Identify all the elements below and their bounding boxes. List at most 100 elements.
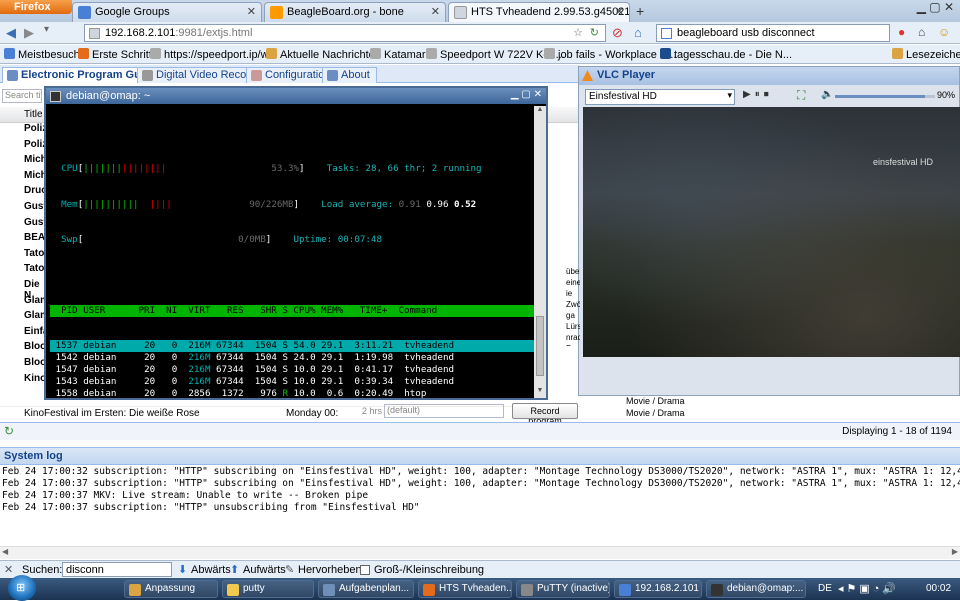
bookmark-star-icon[interactable]: ☆ <box>573 26 583 39</box>
table-row[interactable]: Druc <box>24 185 47 201</box>
table-row[interactable]: Einfa <box>24 326 48 342</box>
record-program-button[interactable]: Record program <box>512 403 578 426</box>
clock[interactable]: 00:02 <box>926 583 951 594</box>
terminal-window-controls[interactable]: ▁ ▢ ✕ <box>511 89 542 100</box>
table-row[interactable]: Bloo <box>24 357 46 373</box>
taskbar-item[interactable]: 192.168.2.101 -... <box>614 580 702 598</box>
log-horizontal-scrollbar[interactable]: ◀ ▶ <box>0 546 960 559</box>
process-time: 0:41.17 <box>343 363 394 375</box>
search-input[interactable]: beagleboard usb disconnect <box>656 24 890 42</box>
process-row[interactable]: 1537 debian 20 0 216M 67344 1504 S 54.0 … <box>50 340 534 353</box>
close-tab-icon[interactable]: ✕ <box>247 5 256 18</box>
column-header-title[interactable]: Title <box>24 109 43 120</box>
bookmark-item[interactable]: Aktuelle Nachrichten <box>266 48 381 61</box>
table-row[interactable]: Tato <box>24 263 46 279</box>
table-row[interactable]: Mich <box>24 154 47 170</box>
taskbar-item[interactable]: PuTTY (inactive) <box>516 580 610 598</box>
stop-button[interactable]: ⊘ <box>612 25 623 41</box>
table-row[interactable]: Kino <box>24 373 46 389</box>
process-cpu: 10.0 <box>288 375 316 387</box>
htop-screen[interactable]: CPU[||||||||||||||| 53.3%] Tasks: 28, 66… <box>50 106 534 398</box>
home-button[interactable]: ⌂ <box>634 25 642 40</box>
tab-about[interactable]: About <box>322 67 377 83</box>
process-row[interactable]: 1547 debian 20 0 216M 67344 1504 S 10.0 … <box>50 364 534 376</box>
table-row[interactable]: Gust <box>24 201 47 217</box>
table-row[interactable]: BEAT <box>24 232 50 248</box>
bookmark-item[interactable]: tagesschau.de - Die N... <box>660 48 792 61</box>
taskbar-item[interactable]: Anpassung <box>124 580 218 598</box>
table-row[interactable]: Bloo <box>24 341 46 357</box>
channel-select[interactable]: Einsfestival HD ▾ <box>585 89 735 105</box>
volume-icon[interactable]: 🔈 <box>821 89 833 100</box>
back-button[interactable]: ◀ <box>6 25 16 41</box>
table-row[interactable]: Poliz <box>24 139 47 155</box>
bookmark-item[interactable]: https://speedport.ip/w... <box>150 48 277 61</box>
process-res: 67344 <box>210 340 244 352</box>
match-case-checkbox[interactable] <box>360 565 370 575</box>
process-row[interactable]: 1542 debian 20 0 216M 67344 1504 S 24.0 … <box>50 352 534 364</box>
tray-icons[interactable]: ◂⚑▣◔🔊 <box>838 582 899 595</box>
find-previous-button[interactable]: Aufwärts <box>243 564 286 576</box>
taskbar-item-label: debian@omap:... <box>727 583 804 594</box>
browser-tab-strip: Firefox Google Groups ✕ BeagleBoard.org … <box>0 0 960 22</box>
terminal-scrollbar[interactable]: ▲ ▼ <box>534 106 546 398</box>
input-language[interactable]: DE <box>818 583 832 594</box>
bookmark-item-all[interactable]: Lesezeichen <box>892 48 960 61</box>
firefox-menu-button[interactable]: Firefox <box>0 0 72 14</box>
url-bar[interactable]: 192.168.2.101:9981/extjs.html ☆ ↻ <box>84 24 606 42</box>
process-ni: 0 <box>155 375 178 387</box>
home-icon[interactable]: ⌂ <box>918 25 925 39</box>
refresh-icon[interactable]: ↻ <box>4 424 14 438</box>
taskbar-item[interactable]: HTS Tvheaden... <box>418 580 512 598</box>
window-controls[interactable]: ▁ ▢ ✕ <box>870 0 960 18</box>
video-frame[interactable]: einsfestival HD <box>583 107 960 357</box>
table-row[interactable]: Gust <box>24 217 47 233</box>
find-next-button[interactable]: Abwärts <box>191 564 231 576</box>
process-mem: 29.1 <box>315 340 344 352</box>
smiley-addon-icon[interactable]: ☺ <box>938 25 950 39</box>
description-fragment: ie Zwölfjä <box>566 289 580 309</box>
taskbar-item[interactable]: Aufgabenplan... <box>318 580 414 598</box>
close-tab-icon[interactable]: ✕ <box>615 5 624 18</box>
addon-sbp-icon[interactable]: ● <box>898 25 905 39</box>
highlight-all-button[interactable]: Hervorheben <box>298 564 362 576</box>
bookmark-label: https://speedport.ip/w... <box>164 49 278 61</box>
table-row[interactable]: Tato <box>24 248 46 264</box>
taskbar-item[interactable]: putty <box>222 580 314 598</box>
forward-button[interactable]: ▶ <box>24 25 34 41</box>
process-row[interactable]: 1543 debian 20 0 216M 67344 1504 S 10.0 … <box>50 376 534 388</box>
process-ni: 0 <box>155 363 178 375</box>
process-pid: 1542 <box>50 352 78 364</box>
start-button[interactable]: ⊞ <box>8 575 36 601</box>
table-row[interactable]: Die N <box>24 279 46 301</box>
process-shr: 1504 <box>243 340 277 352</box>
reload-icon[interactable]: ↻ <box>590 26 599 39</box>
table-row[interactable]: Poliz <box>24 123 47 139</box>
find-input[interactable]: disconn <box>62 562 172 577</box>
volume-slider[interactable] <box>835 95 935 98</box>
tab-beagleboard[interactable]: BeagleBoard.org - bone ✕ <box>264 2 446 22</box>
tab-google-groups[interactable]: Google Groups ✕ <box>72 2 262 22</box>
bookmark-item[interactable]: job fails - Workplace S... <box>544 48 676 61</box>
table-row[interactable]: Glam <box>24 310 49 326</box>
process-pri: 20 <box>133 352 156 364</box>
fullscreen-icon[interactable]: ⛶ <box>797 88 805 103</box>
table-row[interactable]: Mich <box>24 170 47 186</box>
bookmark-item[interactable]: Katamari! <box>370 48 431 61</box>
dvr-config-select[interactable]: (default) <box>384 404 504 418</box>
tab-tvheadend[interactable]: HTS Tvheadend 2.99.53.g45021 ✕ <box>448 2 630 22</box>
close-find-icon[interactable]: ✕ <box>4 563 13 576</box>
scrollbar-thumb[interactable] <box>536 316 544 376</box>
playback-controls[interactable]: ▶⏸⏹ <box>743 89 773 100</box>
close-tab-icon[interactable]: ✕ <box>431 5 440 18</box>
epg-search-input[interactable]: Search title... <box>2 89 42 103</box>
table-row[interactable]: Glam <box>24 295 49 311</box>
bookmark-item[interactable]: Erste Schritte <box>78 48 158 61</box>
process-user: debian <box>83 352 134 364</box>
history-dropdown[interactable]: ▾ <box>44 24 80 42</box>
new-tab-button[interactable]: + <box>636 3 644 19</box>
process-cpu: 10.0 <box>288 363 316 375</box>
taskbar-item[interactable]: debian@omap:... <box>706 580 806 598</box>
epg-footer: Movie / Drama Movie / Drama 2 hrs (defau… <box>0 396 960 440</box>
bookmark-item[interactable]: Meistbesucht <box>4 48 83 61</box>
